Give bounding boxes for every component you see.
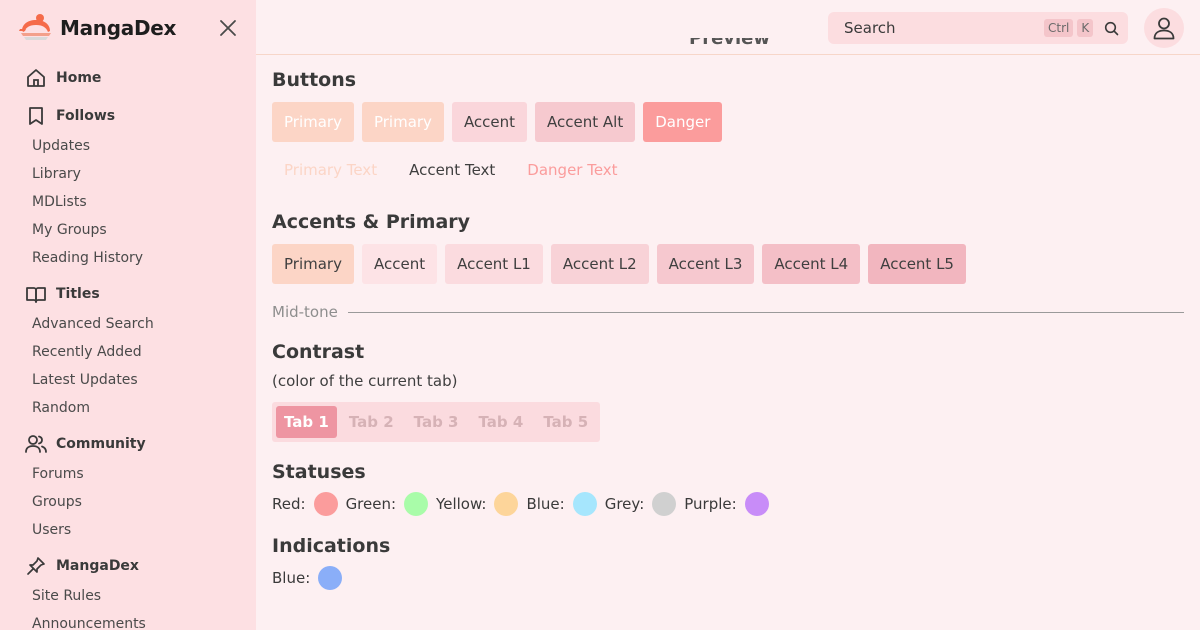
- sidebar-item-library[interactable]: Library: [0, 160, 256, 188]
- sidebar-item-my-groups[interactable]: My Groups: [0, 216, 256, 244]
- sidebar-item-users[interactable]: Users: [0, 516, 256, 544]
- search-input[interactable]: [844, 19, 1024, 37]
- sidebar-item-forums[interactable]: Forums: [0, 460, 256, 488]
- swatch-accent-l1: Accent L1: [445, 244, 543, 284]
- status-label-green: Green:: [345, 495, 397, 513]
- midtone-line: [347, 311, 1184, 313]
- text-buttons-row: Primary Text Accent Text Danger Text: [272, 150, 1184, 190]
- nav-group-mangadex: MangaDex Site Rules Announcements: [0, 550, 256, 630]
- primary-button-alt[interactable]: Primary: [361, 102, 444, 142]
- nav-group-follows: Follows Updates Library MDLists My Group…: [0, 100, 256, 272]
- close-icon: [220, 20, 236, 36]
- user-menu-button[interactable]: [1144, 8, 1184, 48]
- sidebar-item-label: Titles: [56, 286, 100, 302]
- tab-2[interactable]: Tab 2: [341, 406, 402, 438]
- tab-3[interactable]: Tab 3: [406, 406, 467, 438]
- indication-dot-blue: [318, 566, 343, 590]
- status-dot-green: [404, 492, 429, 516]
- pin-icon: [24, 554, 48, 578]
- swatch-accent: Accent: [361, 244, 438, 284]
- sidebar-item-latest-updates[interactable]: Latest Updates: [0, 366, 256, 394]
- indications-heading: Indications: [272, 535, 391, 557]
- sidebar-item-label: Home: [56, 70, 102, 86]
- statuses-row: Red: Green: Yellow: Blue: Grey: Purple:: [272, 492, 1184, 516]
- primary-text-button[interactable]: Primary Text: [272, 150, 389, 190]
- search-icon[interactable]: [1103, 20, 1119, 36]
- accent-button[interactable]: Accent: [451, 102, 528, 142]
- indications-row: Blue:: [272, 566, 1184, 590]
- contrast-tabs: Tab 1 Tab 2 Tab 3 Tab 4 Tab 5: [272, 402, 601, 442]
- statuses-heading: Statuses: [272, 461, 366, 483]
- tab-4[interactable]: Tab 4: [470, 406, 531, 438]
- search-bar[interactable]: Ctrl K: [828, 12, 1128, 44]
- sidebar-nav: Home Follows Updates Library MDLists My …: [0, 62, 256, 630]
- status-label-blue: Blue:: [526, 495, 565, 513]
- buttons-heading: Buttons: [272, 69, 357, 91]
- swatch-accent-l5: Accent L5: [868, 244, 966, 284]
- sidebar-item-label: Follows: [56, 108, 116, 124]
- accents-heading: Accents & Primary: [272, 211, 471, 233]
- sidebar-item-label: MangaDex: [56, 558, 139, 574]
- tab-5[interactable]: Tab 5: [535, 406, 596, 438]
- accents-row: Primary Accent Accent L1 Accent L2 Accen…: [272, 244, 1184, 284]
- sidebar-item-advanced-search[interactable]: Advanced Search: [0, 310, 256, 338]
- nav-group-community: Community Forums Groups Users: [0, 428, 256, 544]
- user-icon: [1153, 17, 1175, 40]
- primary-button[interactable]: Primary: [272, 102, 354, 142]
- sidebar-item-community[interactable]: Community: [0, 428, 256, 460]
- brand-name: MangaDex: [60, 16, 177, 40]
- status-label-red: Red:: [272, 495, 306, 513]
- status-dot-red: [313, 492, 338, 516]
- shortcut-key-ctrl: Ctrl: [1044, 19, 1074, 37]
- users-icon: [24, 432, 48, 456]
- close-sidebar-button[interactable]: [216, 16, 240, 40]
- status-label-yellow: Yellow:: [436, 495, 487, 513]
- status-label-purple: Purple:: [684, 495, 737, 513]
- filled-buttons-row: Primary Primary Accent Accent Alt Danger: [272, 102, 1184, 142]
- sidebar: MangaDex Home Follows Updates Library MD…: [0, 0, 256, 630]
- brand[interactable]: MangaDex: [18, 11, 176, 45]
- sidebar-item-groups[interactable]: Groups: [0, 488, 256, 516]
- accent-alt-button[interactable]: Accent Alt: [535, 102, 636, 142]
- midtone-label: Mid-tone: [272, 303, 338, 321]
- status-dot-grey: [652, 492, 677, 516]
- tab-1[interactable]: Tab 1: [276, 406, 337, 438]
- bookmark-icon: [24, 104, 48, 128]
- danger-button[interactable]: Danger: [643, 102, 723, 142]
- sidebar-item-random[interactable]: Random: [0, 394, 256, 422]
- sidebar-item-announcements[interactable]: Announcements: [0, 610, 256, 630]
- theme-preview: Buttons Primary Primary Accent Accent Al…: [272, 56, 1184, 590]
- mangadex-logo-icon: [19, 14, 51, 40]
- status-label-grey: Grey:: [604, 495, 645, 513]
- sidebar-item-reading-history[interactable]: Reading History: [0, 244, 256, 272]
- swatch-accent-l2: Accent L2: [550, 244, 649, 284]
- status-dot-blue: [572, 492, 597, 516]
- sidebar-item-mdlists[interactable]: MDLists: [0, 188, 256, 216]
- status-dot-purple: [744, 492, 769, 516]
- sidebar-item-label: Community: [56, 436, 146, 452]
- indication-label-blue: Blue:: [272, 569, 311, 587]
- status-dot-yellow: [494, 492, 519, 516]
- contrast-subtitle: (color of the current tab): [272, 372, 458, 390]
- accent-text-button[interactable]: Accent Text: [397, 150, 507, 190]
- sidebar-item-follows[interactable]: Follows: [0, 100, 256, 132]
- sidebar-item-titles[interactable]: Titles: [0, 278, 256, 310]
- danger-text-button[interactable]: Danger Text: [515, 150, 629, 190]
- sidebar-item-updates[interactable]: Updates: [0, 132, 256, 160]
- sidebar-item-mangadex[interactable]: MangaDex: [0, 550, 256, 582]
- sidebar-item-home[interactable]: Home: [0, 62, 256, 94]
- nav-group-titles: Titles Advanced Search Recently Added La…: [0, 278, 256, 422]
- swatch-accent-l3: Accent L3: [656, 244, 755, 284]
- sidebar-item-recently-added[interactable]: Recently Added: [0, 338, 256, 366]
- midtone-divider: Mid-tone: [272, 300, 1184, 324]
- home-icon: [24, 66, 48, 90]
- shortcut-key-k: K: [1077, 19, 1094, 37]
- sidebar-item-site-rules[interactable]: Site Rules: [0, 582, 256, 610]
- preview-heading: Preview: [689, 38, 771, 49]
- contrast-heading: Contrast: [272, 341, 365, 363]
- swatch-accent-l4: Accent L4: [762, 244, 861, 284]
- book-open-icon: [24, 282, 48, 306]
- swatch-primary: Primary: [272, 244, 354, 284]
